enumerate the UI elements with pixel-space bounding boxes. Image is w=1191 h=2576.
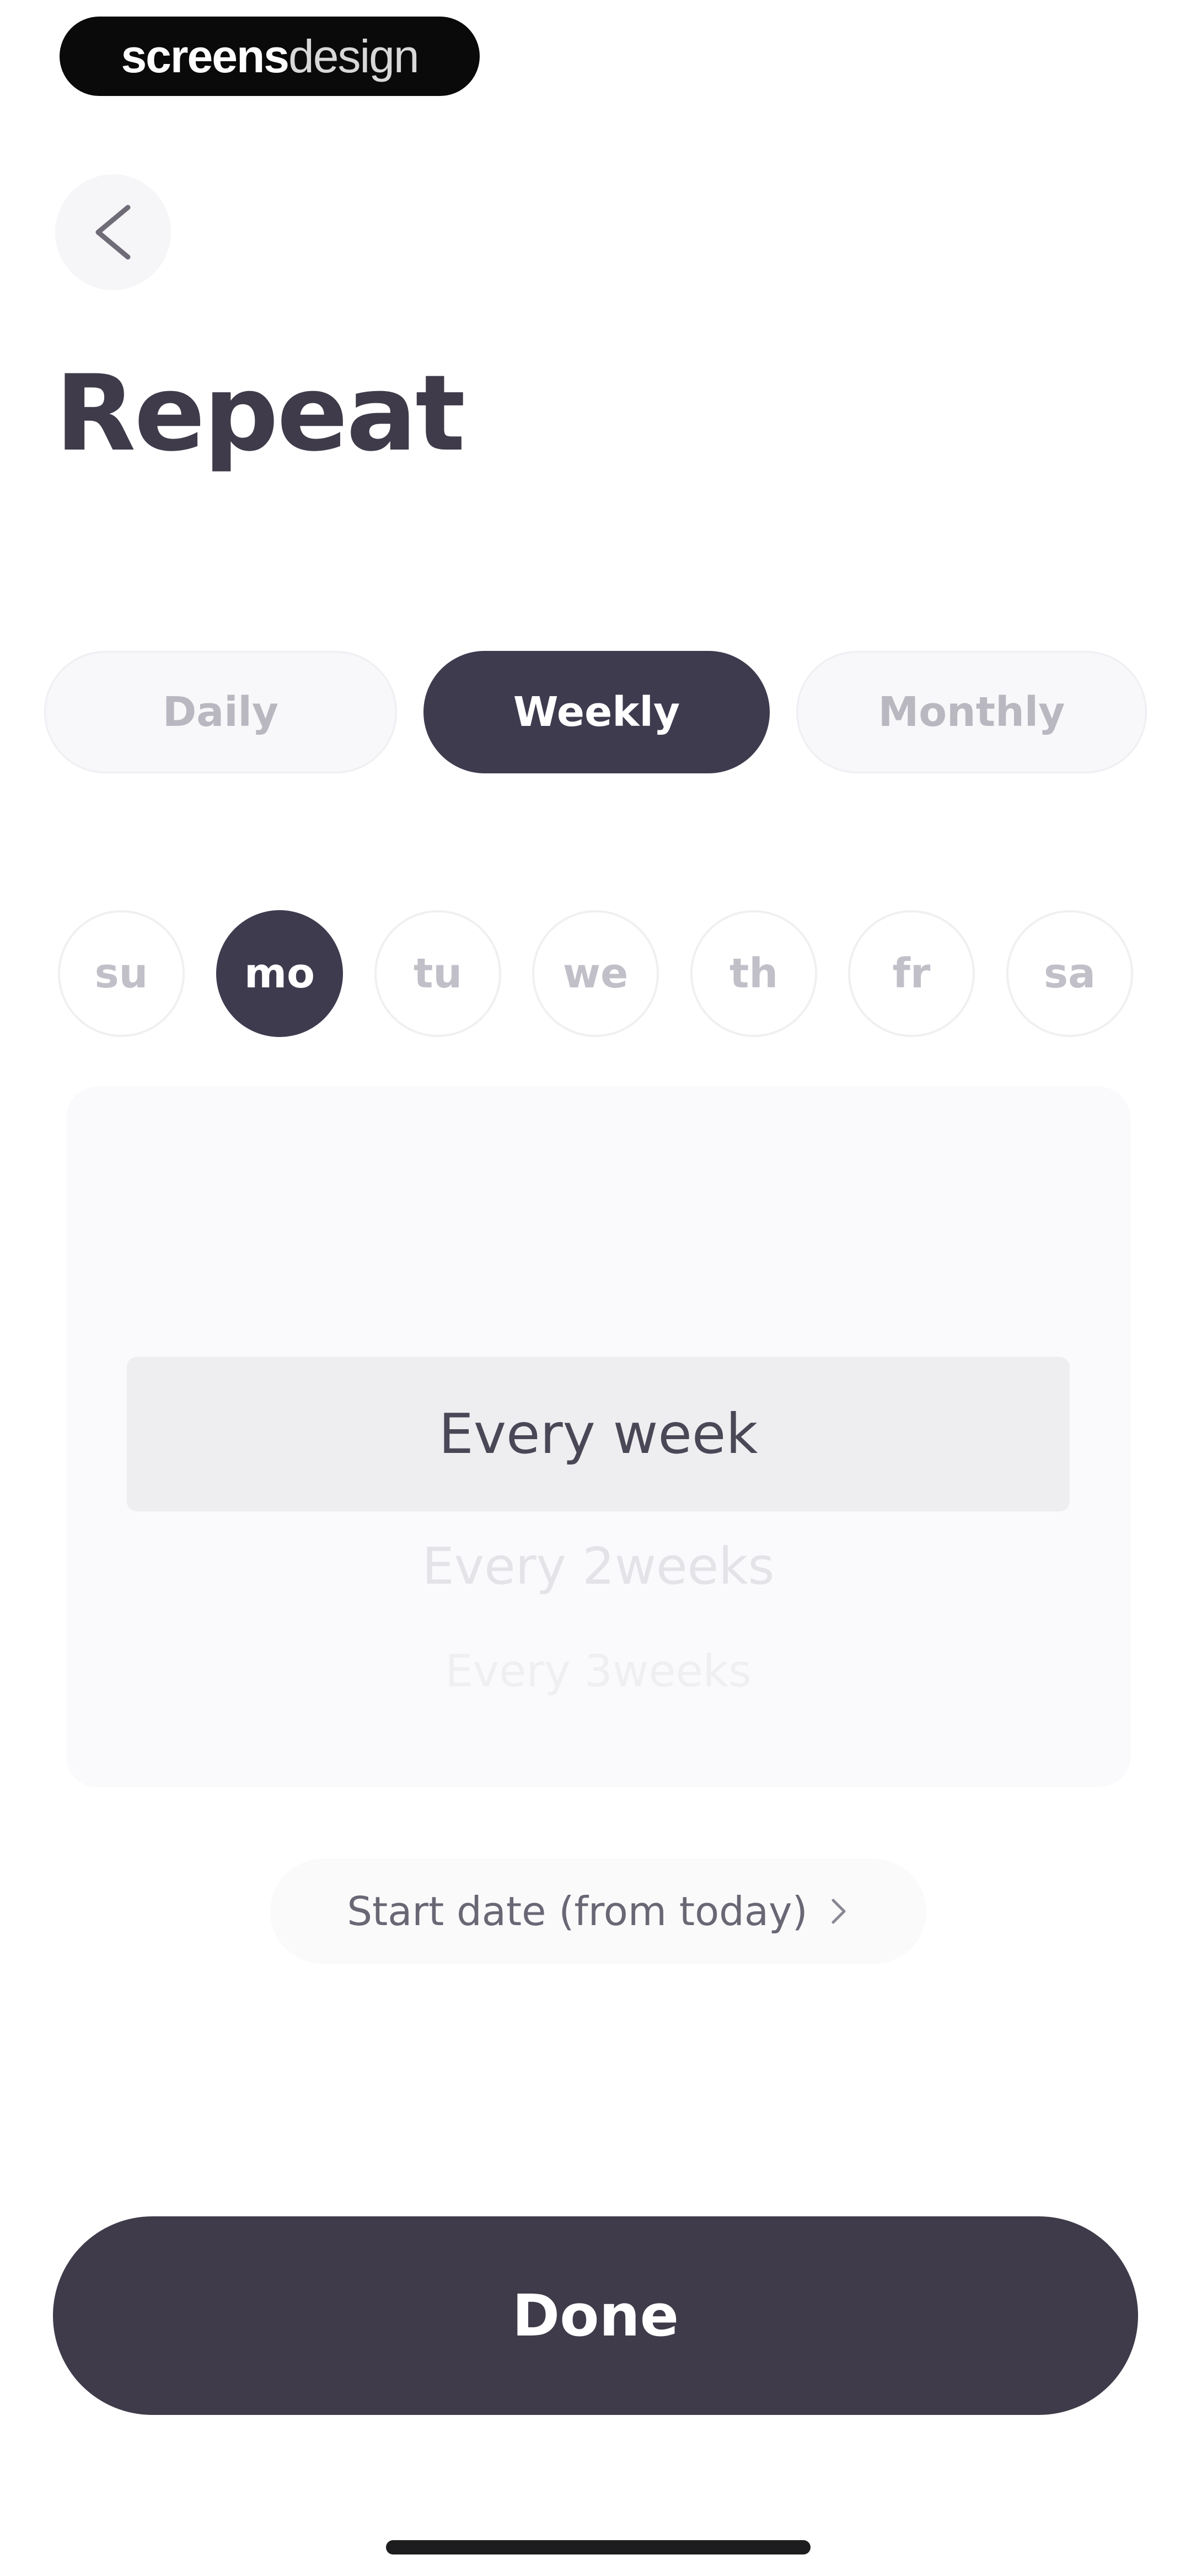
watermark-part-bold: screens: [121, 30, 289, 82]
screensdesign-watermark: screens design: [60, 17, 480, 96]
day-sa[interactable]: sa: [1006, 910, 1133, 1037]
day-fr[interactable]: fr: [848, 910, 975, 1037]
done-button[interactable]: Done: [53, 2216, 1138, 2415]
chevron-right-icon: [831, 1899, 846, 1924]
tab-daily[interactable]: Daily: [44, 651, 397, 773]
page-title: Repeat: [55, 352, 465, 474]
watermark-part-light: design: [288, 30, 420, 82]
picker-option-selected[interactable]: Every week: [66, 1357, 1130, 1511]
back-button[interactable]: [55, 174, 171, 290]
day-th[interactable]: th: [690, 910, 817, 1037]
tab-weekly[interactable]: Weekly: [423, 651, 770, 773]
day-tu[interactable]: tu: [374, 910, 501, 1037]
start-date-button[interactable]: Start date (from today): [270, 1859, 926, 1964]
tab-monthly[interactable]: Monthly: [796, 651, 1147, 773]
chevron-left-icon: [95, 205, 131, 260]
day-we[interactable]: we: [532, 910, 659, 1037]
picker-option[interactable]: Every 2weeks: [66, 1528, 1130, 1605]
picker-option[interactable]: Every 3weeks: [66, 1644, 1130, 1699]
home-indicator: [386, 2540, 811, 2554]
day-su[interactable]: su: [58, 910, 185, 1037]
start-date-label: Start date (from today): [347, 1888, 808, 1934]
interval-picker[interactable]: Every week Every 2weeks Every 3weeks: [66, 1087, 1130, 1787]
day-mo[interactable]: mo: [216, 910, 343, 1037]
